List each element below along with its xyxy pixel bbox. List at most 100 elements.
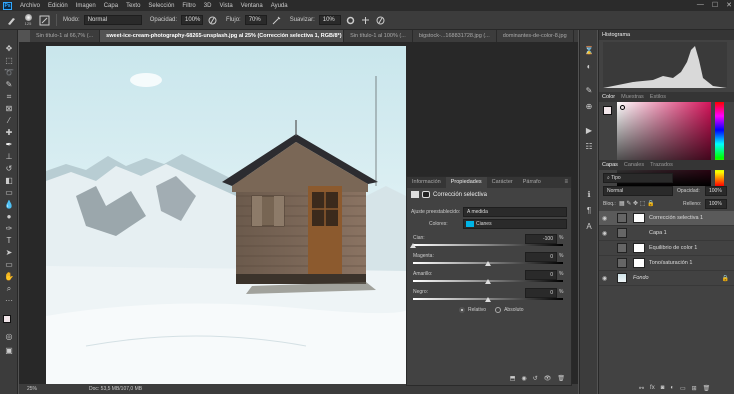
tab-parrafo[interactable]: Párrafo (518, 177, 546, 188)
smoothing-field[interactable]: 10% (318, 15, 341, 25)
gradient-tool-icon[interactable]: ▭ (4, 188, 14, 197)
slider-thumb[interactable] (485, 279, 491, 284)
colors-select[interactable]: Cianes (463, 219, 567, 229)
menu-seleccion[interactable]: Selección (144, 3, 178, 9)
move-tool-icon[interactable]: ✥ (4, 44, 14, 53)
menu-3d[interactable]: 3D (200, 3, 216, 9)
hue-slider[interactable] (715, 102, 724, 186)
character-panel-icon[interactable]: A (584, 222, 594, 231)
menu-archivo[interactable]: Archivo (16, 3, 44, 9)
slider-value-field[interactable]: -100 (525, 234, 557, 244)
brush-angle-icon[interactable] (360, 15, 371, 26)
view-previous-icon[interactable]: ◉ (521, 375, 526, 382)
shape-tool-icon[interactable]: ▭ (4, 260, 14, 269)
tab-propiedades[interactable]: Propiedades (445, 177, 487, 188)
new-group-icon[interactable]: ▭ (680, 385, 686, 392)
tab-informacion[interactable]: Información (407, 177, 446, 188)
tab-trazados[interactable]: Trazados (650, 160, 673, 170)
tab-caracter[interactable]: Carácter (487, 177, 518, 188)
more-tools-icon[interactable]: ··· (4, 296, 14, 305)
delete-layer-icon[interactable]: 🗑 (703, 385, 711, 392)
add-mask-icon[interactable]: ◙ (661, 385, 665, 392)
airbrush-icon[interactable] (271, 15, 282, 26)
brush-preset-picker[interactable]: 125 (21, 14, 35, 26)
screen-mode-icon[interactable]: ▣ (4, 346, 14, 355)
slider-value-field[interactable]: 0 (525, 252, 557, 262)
mask-icon[interactable] (422, 191, 430, 198)
menu-filtro[interactable]: Filtro (178, 3, 199, 9)
layer-mask-thumbnail[interactable] (633, 243, 645, 253)
crop-tool-icon[interactable]: ⌗ (4, 92, 14, 101)
eraser-tool-icon[interactable]: ◧ (4, 176, 14, 185)
layer-mask-thumbnail[interactable] (633, 258, 645, 268)
layer-row[interactable]: ◉ Fondo 🔒 (599, 271, 734, 286)
layer-mask-thumbnail[interactable] (633, 213, 645, 223)
lasso-tool-icon[interactable]: ➰ (4, 68, 14, 77)
close-button[interactable]: ✕ (726, 1, 732, 9)
pen-tool-icon[interactable]: ✑ (4, 224, 14, 233)
info-panel-icon[interactable]: ℹ (584, 190, 594, 199)
color-picker-marker[interactable] (620, 105, 625, 110)
slider-thumb[interactable] (485, 297, 491, 302)
brush-tool-icon[interactable] (6, 15, 17, 26)
tab-capas[interactable]: Capas (602, 160, 618, 170)
actions-panel-icon[interactable]: ▶ (584, 126, 594, 135)
layer-style-icon[interactable]: fx (650, 385, 655, 392)
tab-document-4[interactable]: bigstock-...168831728.jpg (... (413, 30, 497, 42)
menu-texto[interactable]: Texto (122, 3, 144, 9)
delete-icon[interactable]: 🗑 (557, 375, 565, 382)
link-layers-icon[interactable]: ⚯ (639, 385, 644, 392)
brush-panel-icon[interactable] (39, 15, 50, 26)
marquee-tool-icon[interactable]: ⬚ (4, 56, 14, 65)
slider-track[interactable] (413, 244, 563, 246)
brush-tool-icon[interactable]: ✒ (4, 140, 14, 149)
healing-brush-tool-icon[interactable]: ✚ (4, 128, 14, 137)
eye-icon[interactable]: ◉ (602, 275, 607, 282)
dodge-tool-icon[interactable]: ● (4, 212, 14, 221)
zoom-tool-icon[interactable]: ⌕ (4, 284, 14, 293)
tab-document-1[interactable]: Sin título-1 al 66,7% (... (30, 30, 101, 42)
menu-ayuda[interactable]: Ayuda (267, 3, 292, 9)
menu-edicion[interactable]: Edición (44, 3, 72, 9)
opacity-field[interactable]: 100% (181, 15, 204, 25)
blur-tool-icon[interactable]: 💧 (4, 200, 14, 209)
eyedropper-tool-icon[interactable]: ⁄ (4, 116, 14, 125)
gear-icon[interactable] (345, 15, 356, 26)
layer-row[interactable]: ◉ Capa 1 (599, 226, 734, 241)
fill-field[interactable]: 100% (705, 199, 727, 209)
libraries-panel-icon[interactable]: ☷ (584, 142, 594, 151)
eye-icon[interactable]: ◉ (602, 215, 607, 222)
history-panel-icon[interactable]: ⌛ (584, 46, 594, 55)
tab-color[interactable]: Color (602, 92, 615, 102)
layer-row[interactable]: ◉ Corrección selectiva 1 (599, 211, 734, 226)
flow-field[interactable]: 70% (244, 15, 267, 25)
hand-tool-icon[interactable]: ✋ (4, 272, 14, 281)
layer-opacity-field[interactable]: 100% (705, 186, 727, 196)
tab-document-3[interactable]: Sin título-1 al 100% (... (344, 30, 413, 42)
mode-select[interactable]: Normal (83, 15, 142, 25)
menu-vista[interactable]: Vista (215, 3, 236, 9)
foreground-color-swatch[interactable] (3, 315, 11, 323)
layer-row[interactable]: Equilibrio de color 1 (599, 241, 734, 256)
radio-relative[interactable] (459, 307, 465, 313)
clone-source-icon[interactable]: ⊕ (584, 102, 594, 111)
history-brush-tool-icon[interactable]: ↺ (4, 164, 14, 173)
panel-menu-icon[interactable]: ≡ (564, 177, 571, 188)
adjustments-panel-icon[interactable]: ◐ (584, 62, 594, 71)
pressure-opacity-icon[interactable] (207, 15, 218, 26)
slider-thumb[interactable] (485, 261, 491, 266)
quick-mask-icon[interactable]: ◎ (4, 332, 14, 341)
document-image[interactable] (46, 46, 406, 384)
radio-absolute[interactable] (495, 307, 502, 313)
tab-estilos[interactable]: Estilos (650, 92, 666, 102)
path-selection-tool-icon[interactable]: ➤ (4, 248, 14, 257)
frame-tool-icon[interactable]: ⊠ (4, 104, 14, 113)
tab-muestras[interactable]: Muestras (621, 92, 644, 102)
menu-imagen[interactable]: Imagen (72, 3, 100, 9)
preset-select[interactable]: A medida (463, 207, 567, 217)
blend-mode-select[interactable]: Normal (603, 186, 673, 196)
tab-document-5[interactable]: dominantes-de-color-8.jpg (497, 30, 574, 42)
tab-canales[interactable]: Canales (624, 160, 644, 170)
zoom-level[interactable]: 25% (27, 384, 37, 394)
menu-capa[interactable]: Capa (100, 3, 122, 9)
